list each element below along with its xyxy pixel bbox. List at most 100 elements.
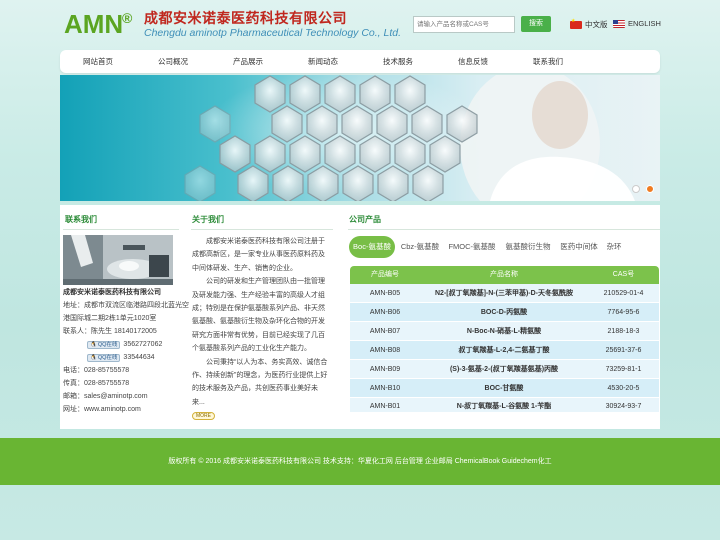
nav-home[interactable]: 网站首页	[68, 50, 128, 73]
table-row[interactable]: AMN-B09 (S)-3-氨基-2-(叔丁氧羰基氨基)丙酸 73259-81-…	[350, 360, 659, 379]
site-header: AMN ® 成都安米诺泰医药科技有限公司 Chengdu aminotp Pha…	[0, 0, 720, 48]
nav-contact[interactable]: 联系我们	[518, 50, 578, 73]
nav-products[interactable]: 产品展示	[218, 50, 278, 73]
qq-online-button-1[interactable]: 🐧 QQ在线	[87, 340, 121, 349]
contact-phone: 电话：028-85755578	[63, 367, 130, 374]
product-code: AMN-B01	[369, 403, 401, 410]
qq-online-button-2[interactable]: 🐧 QQ在线	[87, 353, 121, 362]
company-name-en: Chengdu aminotp Pharmaceutical Technolog…	[144, 27, 402, 39]
product-name[interactable]: N2-[叔丁氧羰基]-N-(三苯甲基)-D-天冬氨酰胺	[420, 284, 588, 302]
main-content: 联系我们 成都安米诺泰医药科技有限公司 地址：成都市双流区临港路四段北蓝光空港国…	[60, 205, 660, 429]
company-name-cn: 成都安米诺泰医药科技有限公司	[144, 11, 347, 27]
product-name[interactable]: (S)-3-氨基-2-(叔丁氧羰基氨基)丙酸	[420, 360, 588, 378]
qq-row-1: 🐧 QQ在线 3562727062	[63, 338, 191, 351]
nav-news[interactable]: 新闻动态	[293, 50, 353, 73]
lab-microscope-image	[63, 235, 173, 285]
tab-heterocycles[interactable]: 杂环	[603, 236, 625, 258]
tab-amino-acid-derivatives[interactable]: 氨基酸衍生物	[502, 236, 554, 258]
product-cas: 25691-37-6	[605, 347, 642, 354]
product-code: AMN-B05	[369, 290, 401, 297]
product-tabs: Boc-氨基酸 Cbz-氨基酸 FMOC-氨基酸 氨基酸衍生物 医药中间体 杂环	[349, 236, 659, 258]
nav-services[interactable]: 技术服务	[368, 50, 428, 73]
product-name[interactable]: N-叔丁氧羰基-L-谷氨酸 1-苄酯	[420, 398, 588, 412]
contact-fax: 传真：028-85755578	[63, 380, 130, 387]
about-paragraph-2: 公司的研发和生产管理团队由一批管理及研发能力强、生产经验丰富的高级人才组成；特别…	[192, 278, 325, 353]
product-cas: 73259-81-1	[605, 366, 642, 373]
nav-about[interactable]: 公司概况	[143, 50, 203, 73]
language-english[interactable]: ENGLISH	[613, 19, 661, 28]
tab-cbz-amino-acid[interactable]: Cbz-氨基酸	[398, 236, 442, 258]
table-row[interactable]: AMN-B01 N-叔丁氧羰基-L-谷氨酸 1-苄酯 30924-93-7	[350, 398, 659, 413]
product-cas: 30924-93-7	[605, 403, 642, 410]
slide-dot-1[interactable]	[632, 185, 640, 193]
about-paragraph-3: 公司秉持“以人为本、务实高效、诚信合作、持续创新”的理念，为医药行业提供上好的技…	[192, 356, 330, 423]
nav-feedback[interactable]: 信息反馈	[443, 50, 503, 73]
table-row[interactable]: AMN-B05 N2-[叔丁氧羰基]-N-(三苯甲基)-D-天冬氨酰胺 2105…	[350, 284, 659, 303]
product-name[interactable]: BOC-D-丙氨酸	[420, 303, 588, 321]
product-cas: 2188-18-3	[607, 328, 640, 335]
qq-row-2: 🐧 QQ在线 33544634	[63, 351, 191, 364]
contact-info: 成都安米诺泰医药科技有限公司 地址：成都市双流区临港路四段北蓝光空港国际城二期2…	[63, 286, 191, 416]
product-code: AMN-B08	[369, 347, 401, 354]
tab-fmoc-amino-acid[interactable]: FMOC-氨基酸	[446, 236, 498, 258]
slide-dot-2-active[interactable]	[646, 185, 654, 193]
column-header-cas: CAS号	[612, 271, 635, 278]
china-flag-icon	[570, 18, 582, 29]
about-title-divider	[191, 229, 333, 230]
table-row[interactable]: AMN-B06 BOC-D-丙氨酸 7764-95-6	[350, 303, 659, 322]
tab-boc-amino-acid[interactable]: Boc-氨基酸	[349, 236, 395, 258]
tab-pharma-intermediates[interactable]: 医药中间体	[557, 236, 601, 258]
search-input[interactable]	[413, 16, 515, 33]
site-logo[interactable]: AMN ® 成都安米诺泰医药科技有限公司 Chengdu aminotp Pha…	[64, 10, 404, 42]
table-header: 产品编号 产品名称 CAS号	[350, 266, 659, 284]
contact-address: 地址：成都市双流区临港路四段北蓝光空港国际城二期2栋1单元1020室	[63, 302, 189, 322]
hero-banner	[60, 75, 660, 201]
qq-badge-label: QQ在线	[97, 354, 118, 361]
table-row[interactable]: AMN-B07 N-Boc-N-硝基-L-精氨酸 2188-18-3	[350, 322, 659, 341]
table-row[interactable]: AMN-B08 叔丁氧羰基-L-2,4-二氨基丁酸 25691-37-6	[350, 341, 659, 360]
column-header-code: 产品编号	[371, 271, 399, 278]
main-nav: 网站首页 公司概况 产品展示 新闻动态 技术服务 信息反馈 联系我们	[60, 50, 660, 73]
product-cas: 210529-01-4	[603, 290, 644, 297]
language-english-label: ENGLISH	[628, 19, 661, 28]
contact-website[interactable]: 网址：www.aminotp.com	[63, 403, 191, 416]
contact-title-divider	[63, 229, 179, 230]
about-paragraph-3-text: 公司秉持“以人为本、务实高效、诚信合作、持续创新”的理念，为医药行业提供上好的技…	[192, 358, 328, 406]
search-button[interactable]: 搜索	[521, 16, 551, 32]
registered-mark: ®	[122, 10, 133, 26]
about-paragraph-1: 成都安米诺泰医药科技有限公司注册于成都高新区，是一家专业从事医药原料药及中间体研…	[192, 238, 325, 272]
about-title: 关于我们	[192, 215, 224, 224]
qq-badge-label: QQ在线	[97, 341, 118, 348]
qq-number-1: 3562727062	[123, 341, 163, 348]
product-cas: 7764-95-6	[607, 309, 640, 316]
product-code: AMN-B10	[369, 385, 401, 392]
product-code: AMN-B09	[369, 366, 401, 373]
qq-penguin-icon: 🐧	[90, 341, 97, 348]
products-title-divider	[348, 229, 660, 230]
contact-company: 成都安米诺泰医药科技有限公司	[63, 289, 161, 296]
qq-number-2: 33544634	[123, 354, 155, 361]
qq-penguin-icon: 🐧	[90, 354, 97, 361]
products-title: 公司产品	[349, 215, 381, 224]
language-chinese-label: 中文版	[585, 20, 608, 29]
contact-email[interactable]: 邮箱：sales@aminotp.com	[63, 390, 191, 403]
product-code: AMN-B07	[369, 328, 401, 335]
product-table: 产品编号 产品名称 CAS号 AMN-B05 N2-[叔丁氧羰基]-N-(三苯甲…	[350, 266, 659, 413]
about-text: 成都安米诺泰医药科技有限公司注册于成都高新区，是一家专业从事医药原料药及中间体研…	[192, 235, 330, 423]
usa-flag-icon	[613, 19, 625, 28]
product-name[interactable]: 叔丁氧羰基-L-2,4-二氨基丁酸	[420, 341, 588, 359]
product-name[interactable]: N-Boc-N-硝基-L-精氨酸	[420, 322, 588, 340]
contact-title: 联系我们	[65, 215, 97, 224]
language-chinese[interactable]: 中文版	[570, 18, 608, 30]
contact-person: 联系人：陈先生 18140172005	[63, 328, 157, 335]
column-header-name: 产品名称	[490, 271, 518, 278]
footer-copyright: 版权所有 © 2016 成都安米诺泰医药科技有限公司 技术支持：华夏化工网 后台…	[168, 458, 552, 465]
product-cas: 4530-20-5	[607, 385, 640, 392]
product-name[interactable]: BOC-甘氨酸	[420, 379, 588, 397]
site-footer: 版权所有 © 2016 成都安米诺泰医药科技有限公司 技术支持：华夏化工网 后台…	[0, 438, 720, 485]
product-code: AMN-B06	[369, 309, 401, 316]
more-button[interactable]: MORE	[192, 412, 215, 421]
logo-wordmark: AMN	[64, 9, 124, 39]
table-row[interactable]: AMN-B10 BOC-甘氨酸 4530-20-5	[350, 379, 659, 398]
hexagon-molecule-graphic	[184, 75, 635, 201]
